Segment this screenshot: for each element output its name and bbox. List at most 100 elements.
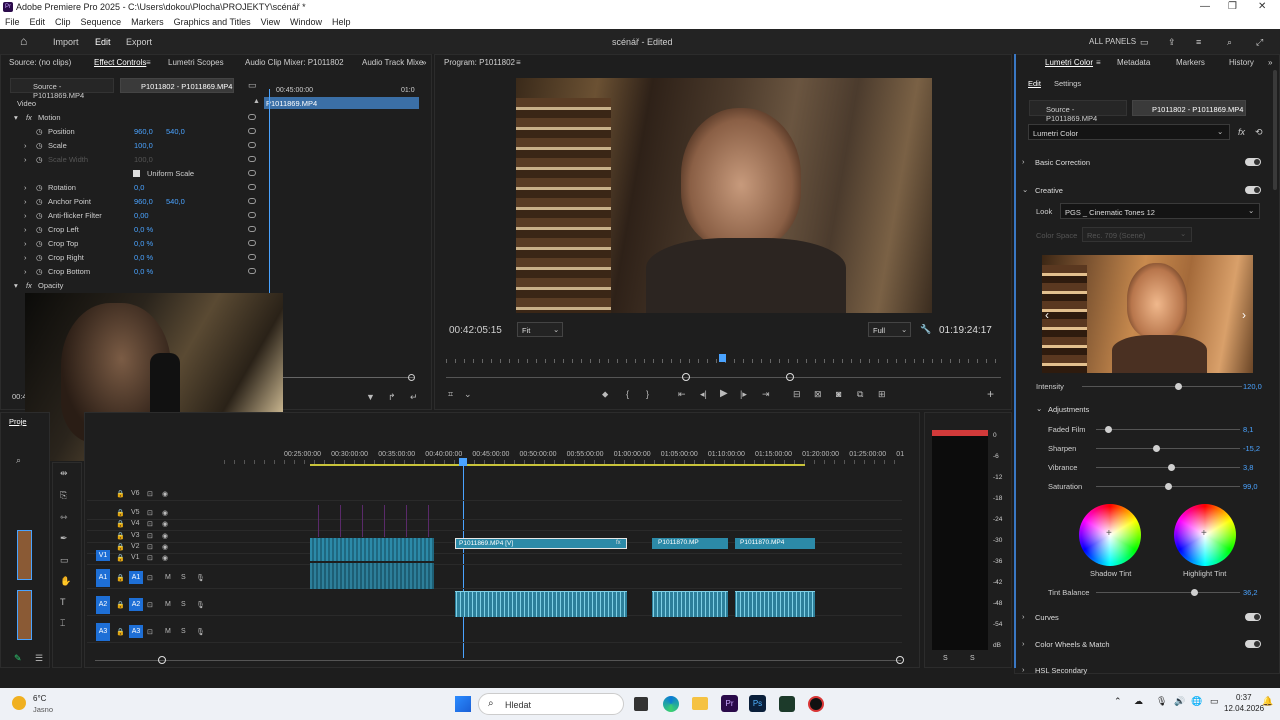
menu-edit[interactable]: Edit bbox=[30, 15, 46, 29]
track-label-v1[interactable]: V1 bbox=[131, 554, 140, 561]
sync-lock-icon[interactable]: ⊡ bbox=[147, 520, 153, 528]
reset-icon[interactable] bbox=[248, 240, 256, 246]
lumetri-clip-tab-active[interactable]: P1011802 - P1011869.MP4 bbox=[1132, 100, 1246, 116]
panel-icon[interactable]: ▭ bbox=[1140, 37, 1149, 48]
menu-file[interactable]: File bbox=[5, 15, 20, 29]
reset-icon[interactable]: ⟲ bbox=[1255, 127, 1263, 138]
tab-edit[interactable]: Edit bbox=[95, 37, 111, 47]
timeline-playhead[interactable] bbox=[459, 458, 467, 466]
reset-icon[interactable] bbox=[248, 128, 256, 134]
color-wheels-toggle[interactable] bbox=[1245, 640, 1261, 648]
subtab-settings[interactable]: Settings bbox=[1054, 79, 1081, 88]
mute-button[interactable]: M bbox=[165, 574, 171, 581]
lock-icon[interactable]: 🔒 bbox=[116, 628, 125, 636]
tab-export[interactable]: Export bbox=[126, 37, 152, 47]
close-icon[interactable]: ✕ bbox=[1258, 1, 1266, 12]
subtab-edit[interactable]: Edit bbox=[1028, 79, 1041, 88]
track-label-v3[interactable]: V3 bbox=[131, 532, 140, 539]
compare-icon[interactable]: ⧉ bbox=[857, 389, 863, 400]
chevron-left-icon[interactable]: ‹ bbox=[1045, 308, 1049, 322]
clip-p1011869-v[interactable]: P1011869.MP4 [V] fx bbox=[455, 538, 627, 549]
vibrance-slider-handle[interactable] bbox=[1167, 464, 1175, 471]
tab-history[interactable]: History bbox=[1229, 58, 1254, 67]
chevron-right-icon[interactable]: › bbox=[24, 197, 27, 206]
lock-icon[interactable]: 🔒 bbox=[116, 532, 125, 540]
solo-button[interactable]: S bbox=[181, 574, 186, 581]
work-area-bar[interactable] bbox=[310, 464, 805, 466]
hand-tool-icon[interactable]: ✋ bbox=[60, 576, 71, 587]
voiceover-icon[interactable]: 🎙 bbox=[196, 601, 205, 609]
chevron-right-icon[interactable]: › bbox=[24, 239, 27, 248]
meter-solo-left[interactable]: S bbox=[943, 655, 948, 662]
chevron-right-icon[interactable]: › bbox=[24, 155, 27, 164]
faded-film-slider-track[interactable] bbox=[1096, 429, 1240, 430]
program-video-frame[interactable] bbox=[516, 78, 932, 313]
clip-cluster-upper[interactable] bbox=[310, 505, 434, 537]
globe-icon[interactable]: 🌐 bbox=[1191, 696, 1202, 707]
microphone-icon[interactable]: 🎙 bbox=[1156, 696, 1167, 707]
chevron-right-icon[interactable]: › bbox=[24, 253, 27, 262]
program-zoom-bar[interactable] bbox=[446, 377, 1001, 378]
stopwatch-icon[interactable]: ◷ bbox=[36, 141, 43, 150]
tab-source[interactable]: Source: (no clips) bbox=[9, 58, 71, 67]
chevron-right-icon[interactable]: › bbox=[24, 267, 27, 276]
solo-button[interactable]: S bbox=[181, 628, 186, 635]
chevron-right-icon[interactable]: › bbox=[1022, 665, 1025, 674]
source-patch-a1[interactable]: A1 bbox=[96, 569, 110, 587]
saturation-slider-handle[interactable] bbox=[1165, 483, 1172, 490]
mute-button[interactable]: M bbox=[165, 628, 171, 635]
property-value[interactable]: 0,00 bbox=[134, 211, 149, 220]
quality-dropdown[interactable]: Full ⌄ bbox=[868, 322, 911, 337]
reset-icon[interactable] bbox=[248, 226, 256, 232]
property-value[interactable]: 100,0 bbox=[134, 141, 153, 150]
file-explorer-icon[interactable] bbox=[692, 697, 708, 710]
clip-p1011870-b[interactable]: P1011870.MP4 bbox=[735, 538, 815, 549]
stopwatch-icon[interactable]: ◷ bbox=[36, 239, 43, 248]
clip-tab-source[interactable]: Source - P1011869.MP4 bbox=[10, 78, 114, 100]
tint-balance-slider-track[interactable] bbox=[1096, 592, 1240, 593]
lock-icon[interactable]: 🔒 bbox=[116, 520, 125, 528]
solo-button[interactable]: S bbox=[181, 601, 186, 608]
sync-lock-icon[interactable]: ⊡ bbox=[147, 543, 153, 551]
property-value[interactable]: 0,0 bbox=[134, 183, 144, 192]
look-preview-thumbnail[interactable] bbox=[1042, 255, 1253, 373]
clip-tab-active[interactable]: P1011802 - P1011869.MP4 bbox=[120, 78, 234, 93]
program-title[interactable]: Program: P1011802 bbox=[444, 58, 515, 67]
stopwatch-icon[interactable]: ◷ bbox=[36, 155, 43, 164]
menu-help[interactable]: Help bbox=[332, 15, 351, 29]
camera-icon[interactable]: ◙ bbox=[836, 389, 841, 399]
sync-lock-icon[interactable]: ⊡ bbox=[147, 574, 153, 582]
menu-window[interactable]: Window bbox=[290, 15, 322, 29]
reset-icon[interactable] bbox=[248, 170, 256, 176]
app-icon[interactable] bbox=[779, 696, 795, 712]
property-value[interactable]: 0,0 % bbox=[134, 225, 153, 234]
eye-icon[interactable]: ◉ bbox=[162, 490, 168, 498]
tab-metadata[interactable]: Metadata bbox=[1117, 58, 1150, 67]
lumetri-scrollbar[interactable] bbox=[1273, 70, 1277, 190]
step-forward-icon[interactable]: |▸ bbox=[740, 389, 747, 400]
fit-dropdown[interactable]: Fit ⌄ bbox=[517, 322, 563, 337]
stopwatch-icon[interactable]: ◷ bbox=[36, 183, 43, 192]
source-patch-v1[interactable]: V1 bbox=[96, 550, 110, 561]
tab-lumetri-scopes[interactable]: Lumetri Scopes bbox=[168, 58, 224, 67]
taskbar-search[interactable]: ⌕ Hledat bbox=[478, 693, 624, 715]
scroll-handle-right[interactable] bbox=[896, 656, 904, 664]
property-value[interactable]: 100,0 bbox=[134, 155, 153, 164]
zoom-handle-left[interactable] bbox=[682, 373, 690, 381]
reset-icon[interactable] bbox=[248, 114, 256, 120]
menu-icon[interactable]: ≡ bbox=[146, 58, 151, 67]
marker-icon[interactable]: ⬥ bbox=[602, 389, 608, 400]
mark-out-icon[interactable]: } bbox=[646, 389, 649, 399]
mini-playhead[interactable] bbox=[269, 89, 270, 293]
intensity-slider-handle[interactable] bbox=[1175, 383, 1182, 390]
shadow-tint-wheel[interactable]: + bbox=[1079, 504, 1141, 566]
sync-lock-icon[interactable]: ⊡ bbox=[147, 628, 153, 636]
source-patch-a3[interactable]: A3 bbox=[96, 623, 110, 641]
clock-time[interactable]: 0:37 bbox=[1236, 693, 1252, 702]
effect-dropdown[interactable]: Lumetri Color ⌄ bbox=[1028, 124, 1230, 140]
tab-effect-controls[interactable]: Effect Controls bbox=[94, 58, 146, 67]
lock-icon[interactable]: 🔒 bbox=[116, 509, 125, 517]
rectangle-tool-icon[interactable]: ▭ bbox=[60, 555, 69, 566]
lift-icon[interactable]: ⊟ bbox=[793, 389, 801, 400]
track-label-v4[interactable]: V4 bbox=[131, 520, 140, 527]
